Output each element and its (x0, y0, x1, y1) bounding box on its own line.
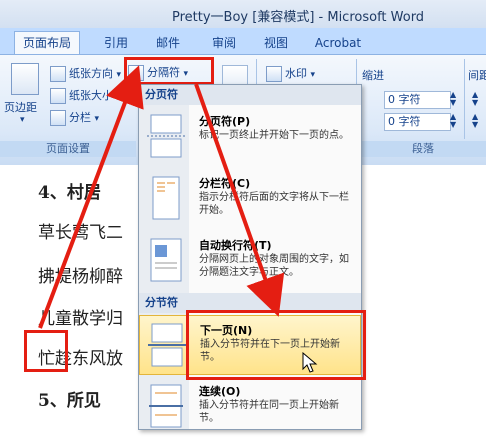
tab-mailings[interactable]: 邮件 (148, 32, 188, 54)
paper-size-label: 纸张大小 (69, 89, 113, 102)
doc-line: 草长莺飞二 (38, 223, 123, 243)
next-page-icon (148, 323, 186, 367)
continuous-icon (149, 384, 183, 428)
menu-item-title: 分栏符(C) (199, 177, 251, 190)
next-page-highlight-box (186, 310, 366, 380)
stepper-icon[interactable]: ▲ ▼ (450, 91, 456, 107)
tab-acrobat[interactable]: Acrobat (308, 32, 368, 54)
group-divider (464, 59, 465, 139)
title-bar: Pretty一Boy [兼容模式] - Microsoft Word (0, 0, 486, 28)
indent-left-field[interactable]: 0 字符 (384, 91, 451, 109)
ribbon-tabs: 页面布局 引用 邮件 审阅 视图 Acrobat (0, 28, 486, 54)
spacing-label: 间距 (468, 69, 486, 82)
chevron-down-icon: ▾ (20, 115, 25, 125)
page-break-icon (147, 114, 185, 158)
window-title: Pretty一Boy [兼容模式] - Microsoft Word (172, 10, 425, 25)
doc-line: 4、村居 (38, 183, 101, 203)
tab-review[interactable]: 审阅 (204, 32, 244, 54)
text-wrapping-icon (150, 238, 182, 282)
columns-icon (50, 110, 66, 126)
chevron-down-icon: ▾ (94, 114, 100, 124)
columns-label: 分栏 (69, 111, 91, 124)
watermark-label: 水印 (285, 67, 307, 80)
tab-references[interactable]: 引用 (96, 32, 136, 54)
menu-item-title: 自动换行符(T) (199, 239, 272, 252)
chevron-down-icon: ▾ (116, 92, 122, 102)
breaks-highlight-box (124, 57, 214, 85)
columns-button[interactable]: 分栏 ▾ (50, 109, 99, 126)
tab-page-layout[interactable]: 页面布局 (14, 31, 80, 54)
paper-size-button[interactable]: 纸张大小 ▾ (50, 87, 121, 104)
paper-direction-label: 纸张方向 (69, 67, 113, 80)
paper-direction-button[interactable]: 纸张方向 ▾ (50, 65, 121, 82)
stepper-icon[interactable]: ▲ ▼ (450, 113, 456, 129)
menu-item-page-break[interactable]: 分页符(P) 标记一页终止并开始下一页的点。 (139, 107, 361, 167)
margins-icon (11, 63, 39, 95)
indent-right-field[interactable]: 0 字符 (384, 113, 451, 131)
doc-line: 拂堤杨柳醉 (38, 267, 123, 287)
stepper-icon[interactable]: ▲ ▼ (472, 91, 478, 107)
menu-item-title: 分页符(P) (199, 115, 251, 128)
margins-label: 页边距 (4, 101, 37, 114)
menu-item-title: 连续(O) (199, 385, 241, 398)
menu-item-desc: 插入分节符并在同一页上开始新节。 (199, 400, 339, 424)
orientation-icon (50, 66, 66, 82)
menu-item-desc: 标记一页终止并开始下一页的点。 (199, 130, 349, 141)
menu-item-column-break[interactable]: 分栏符(C) 指示分栏符后面的文字将从下一栏开始。 (139, 169, 361, 229)
paper-size-icon (50, 88, 66, 104)
mouse-cursor-icon (302, 352, 318, 373)
menu-section-page-breaks: 分页符 (139, 85, 361, 105)
doc-line: 儿童散学归 (38, 309, 123, 329)
indent-label: 缩进 (362, 69, 384, 82)
menu-item-text-wrapping-break[interactable]: 自动换行符(T) 分隔网页上的对象周围的文字，如分隔题注文字与正文。 (139, 231, 361, 291)
watermark-button[interactable]: 水印 ▾ (266, 65, 315, 82)
menu-item-continuous[interactable]: 连续(O) 插入分节符并在同一页上开始新节。 (139, 377, 361, 437)
cursor-highlight-box (24, 330, 68, 372)
group-page-setup-label: 页面设置 (0, 141, 136, 157)
watermark-icon (266, 66, 282, 82)
group-paragraph-label: 段落 (360, 141, 486, 157)
menu-item-desc: 分隔网页上的对象周围的文字，如分隔题注文字与正文。 (199, 254, 349, 278)
doc-line: 5、所见 (38, 391, 101, 411)
chevron-down-icon: ▾ (310, 70, 316, 80)
menu-item-desc: 指示分栏符后面的文字将从下一栏开始。 (199, 192, 349, 216)
chevron-down-icon: ▾ (116, 70, 122, 80)
tab-view[interactable]: 视图 (256, 32, 296, 54)
stepper-icon[interactable]: ▲ ▼ (472, 113, 478, 129)
column-break-icon (152, 176, 180, 220)
